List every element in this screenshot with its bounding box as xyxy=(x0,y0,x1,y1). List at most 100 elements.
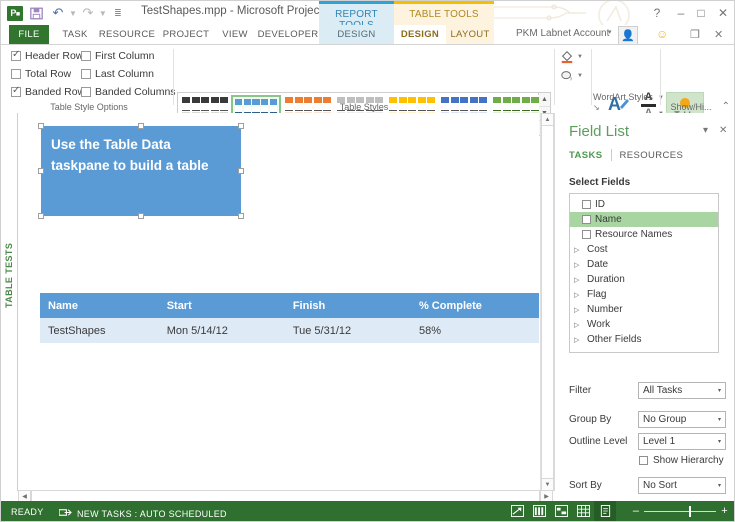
selection-handle-e[interactable] xyxy=(238,168,244,174)
report-view-icon[interactable] xyxy=(594,501,616,521)
close-document-button[interactable]: ✕ xyxy=(714,28,723,41)
field-checkbox-icon[interactable] xyxy=(582,230,591,239)
outline-level-dropdown[interactable]: Level 1 ▾ xyxy=(638,433,726,450)
field-group-date[interactable]: ▷ Date xyxy=(570,257,718,272)
canvas-vertical-scrollbar[interactable]: ▲ ▼ xyxy=(540,113,554,491)
selection-handle-n[interactable] xyxy=(138,123,144,129)
show-hierarchy-row[interactable]: Show Hierarchy xyxy=(639,455,724,466)
field-item-resource-names[interactable]: Resource Names xyxy=(570,227,718,242)
report-table[interactable]: Name Start Finish % Complete TestShapes … xyxy=(40,293,539,343)
restore-document-window-button[interactable]: ❐ xyxy=(690,28,700,41)
header-row-checkbox-icon[interactable] xyxy=(11,49,21,61)
group-by-dropdown[interactable]: No Group ▾ xyxy=(638,411,726,428)
selection-handle-sw[interactable] xyxy=(38,213,44,219)
wordart-dialog-launcher-icon[interactable]: ↘ xyxy=(593,103,600,112)
zoom-out-button[interactable]: – xyxy=(633,505,639,517)
selection-handle-se[interactable] xyxy=(238,213,244,219)
zoom-thumb[interactable] xyxy=(689,505,692,517)
redo-icon[interactable]: ↷ xyxy=(79,5,97,22)
shape-effects-caret-icon[interactable]: ▼ xyxy=(577,73,583,79)
expand-triangle-icon[interactable]: ▷ xyxy=(574,306,583,314)
expand-triangle-icon[interactable]: ▷ xyxy=(574,276,583,284)
tab-developer[interactable]: DEVELOPER xyxy=(257,25,319,45)
task-sheet-view-icon[interactable] xyxy=(528,501,550,521)
field-checkbox-icon[interactable] xyxy=(582,200,591,209)
cell-name[interactable]: TestShapes xyxy=(40,318,159,343)
field-group-other-fields[interactable]: ▷ Other Fields xyxy=(570,332,718,347)
vertical-scroll-track[interactable] xyxy=(541,126,554,478)
table-header-name[interactable]: Name xyxy=(40,293,159,318)
table-header-finish[interactable]: Finish xyxy=(284,293,411,318)
pane-tab-resources[interactable]: RESOURCES xyxy=(620,150,684,161)
tab-table-design[interactable]: DESIGN xyxy=(394,25,446,45)
zoom-slider[interactable]: – + xyxy=(633,501,728,521)
report-canvas[interactable]: Use the Table Data taskpane to build a t… xyxy=(18,113,539,487)
select-fields-list[interactable]: ID Name Resource Names ▷ Cost ▷ Date ▷ D… xyxy=(569,193,719,353)
tab-project[interactable]: PROJECT xyxy=(159,25,213,45)
chevron-down-icon[interactable]: ▾ xyxy=(718,387,721,394)
checkbox-total-row[interactable]: Total Row xyxy=(11,68,71,80)
zoom-in-button[interactable]: + xyxy=(721,505,728,517)
pane-collapse-icon[interactable]: ▾ xyxy=(703,125,708,136)
banded-columns-checkbox-icon[interactable] xyxy=(81,87,91,97)
field-group-flag[interactable]: ▷ Flag xyxy=(570,287,718,302)
filter-dropdown[interactable]: All Tasks ▾ xyxy=(638,382,726,399)
expand-triangle-icon[interactable]: ▷ xyxy=(574,291,583,299)
tab-task[interactable]: TASK xyxy=(53,25,97,45)
selection-handle-nw[interactable] xyxy=(38,123,44,129)
field-checkbox-icon[interactable] xyxy=(582,215,591,224)
pane-close-icon[interactable]: ✕ xyxy=(719,125,727,136)
tab-file[interactable]: FILE xyxy=(9,25,49,45)
field-group-number[interactable]: ▷ Number xyxy=(570,302,718,317)
expand-triangle-icon[interactable]: ▷ xyxy=(574,321,583,329)
field-group-duration[interactable]: ▷ Duration xyxy=(570,272,718,287)
chevron-down-icon[interactable]: ▾ xyxy=(718,416,721,423)
new-tasks-mode-button[interactable]: NEW TASKS : AUTO SCHEDULED xyxy=(58,507,227,520)
checkbox-first-column[interactable]: First Column xyxy=(81,50,155,62)
tab-view[interactable]: VIEW xyxy=(215,25,255,45)
tab-report-design[interactable]: DESIGN xyxy=(319,25,394,45)
total-row-checkbox-icon[interactable] xyxy=(11,69,21,79)
vertical-tab-table-tests[interactable]: TABLE TESTS xyxy=(4,243,14,308)
resource-sheet-view-icon[interactable] xyxy=(572,501,594,521)
selection-handle-w[interactable] xyxy=(38,168,44,174)
account-name[interactable]: PKM Labnet Account xyxy=(516,28,609,39)
tab-resource[interactable]: RESOURCE xyxy=(97,25,157,45)
expand-triangle-icon[interactable]: ▷ xyxy=(574,246,583,254)
expand-triangle-icon[interactable]: ▷ xyxy=(574,336,583,344)
banded-rows-checkbox-icon[interactable] xyxy=(11,85,21,97)
redo-caret-icon[interactable]: ▼ xyxy=(99,9,107,18)
account-caret-icon[interactable]: ▾ xyxy=(608,28,612,36)
customize-qat-icon[interactable]: ≣ xyxy=(109,5,127,22)
sort-by-dropdown[interactable]: No Sort ▾ xyxy=(638,477,726,494)
collapse-ribbon-button[interactable]: ⌃ xyxy=(722,101,730,112)
show-hierarchy-checkbox-icon[interactable] xyxy=(639,456,648,465)
expand-triangle-icon[interactable]: ▷ xyxy=(574,261,583,269)
cell-start[interactable]: Mon 5/14/12 xyxy=(158,318,285,343)
feedback-smiley-icon[interactable]: ☺ xyxy=(656,27,668,41)
minimize-button[interactable]: – xyxy=(670,4,692,22)
help-button[interactable]: ? xyxy=(646,4,668,22)
table-row[interactable]: TestShapes Mon 5/14/12 Tue 5/31/12 58% xyxy=(40,318,539,343)
undo-caret-icon[interactable]: ▼ xyxy=(69,9,77,18)
selection-handle-s[interactable] xyxy=(138,213,144,219)
checkbox-banded-rows[interactable]: Banded Rows xyxy=(11,85,90,98)
chevron-down-icon[interactable]: ▾ xyxy=(718,438,721,445)
selection-handle-ne[interactable] xyxy=(238,123,244,129)
field-item-id[interactable]: ID xyxy=(570,197,718,212)
scroll-up-button[interactable]: ▲ xyxy=(541,113,554,126)
zoom-track[interactable] xyxy=(644,505,717,517)
cell-percent-complete[interactable]: 58% xyxy=(410,318,539,343)
shape-fill-caret-icon[interactable]: ▼ xyxy=(577,54,583,60)
first-column-checkbox-icon[interactable] xyxy=(81,51,91,61)
team-planner-view-icon[interactable] xyxy=(550,501,572,521)
checkbox-header-row[interactable]: Header Row xyxy=(11,49,83,62)
shape-effects-button[interactable]: ▼ xyxy=(559,68,583,83)
checkbox-last-column[interactable]: Last Column xyxy=(81,68,154,80)
gantt-chart-view-icon[interactable] xyxy=(506,501,528,521)
field-group-cost[interactable]: ▷ Cost xyxy=(570,242,718,257)
chevron-down-icon[interactable]: ▾ xyxy=(718,482,721,489)
account-avatar[interactable]: 👤 xyxy=(618,26,638,46)
table-header-start[interactable]: Start xyxy=(158,293,285,318)
pane-tab-tasks[interactable]: TASKS xyxy=(569,150,603,161)
